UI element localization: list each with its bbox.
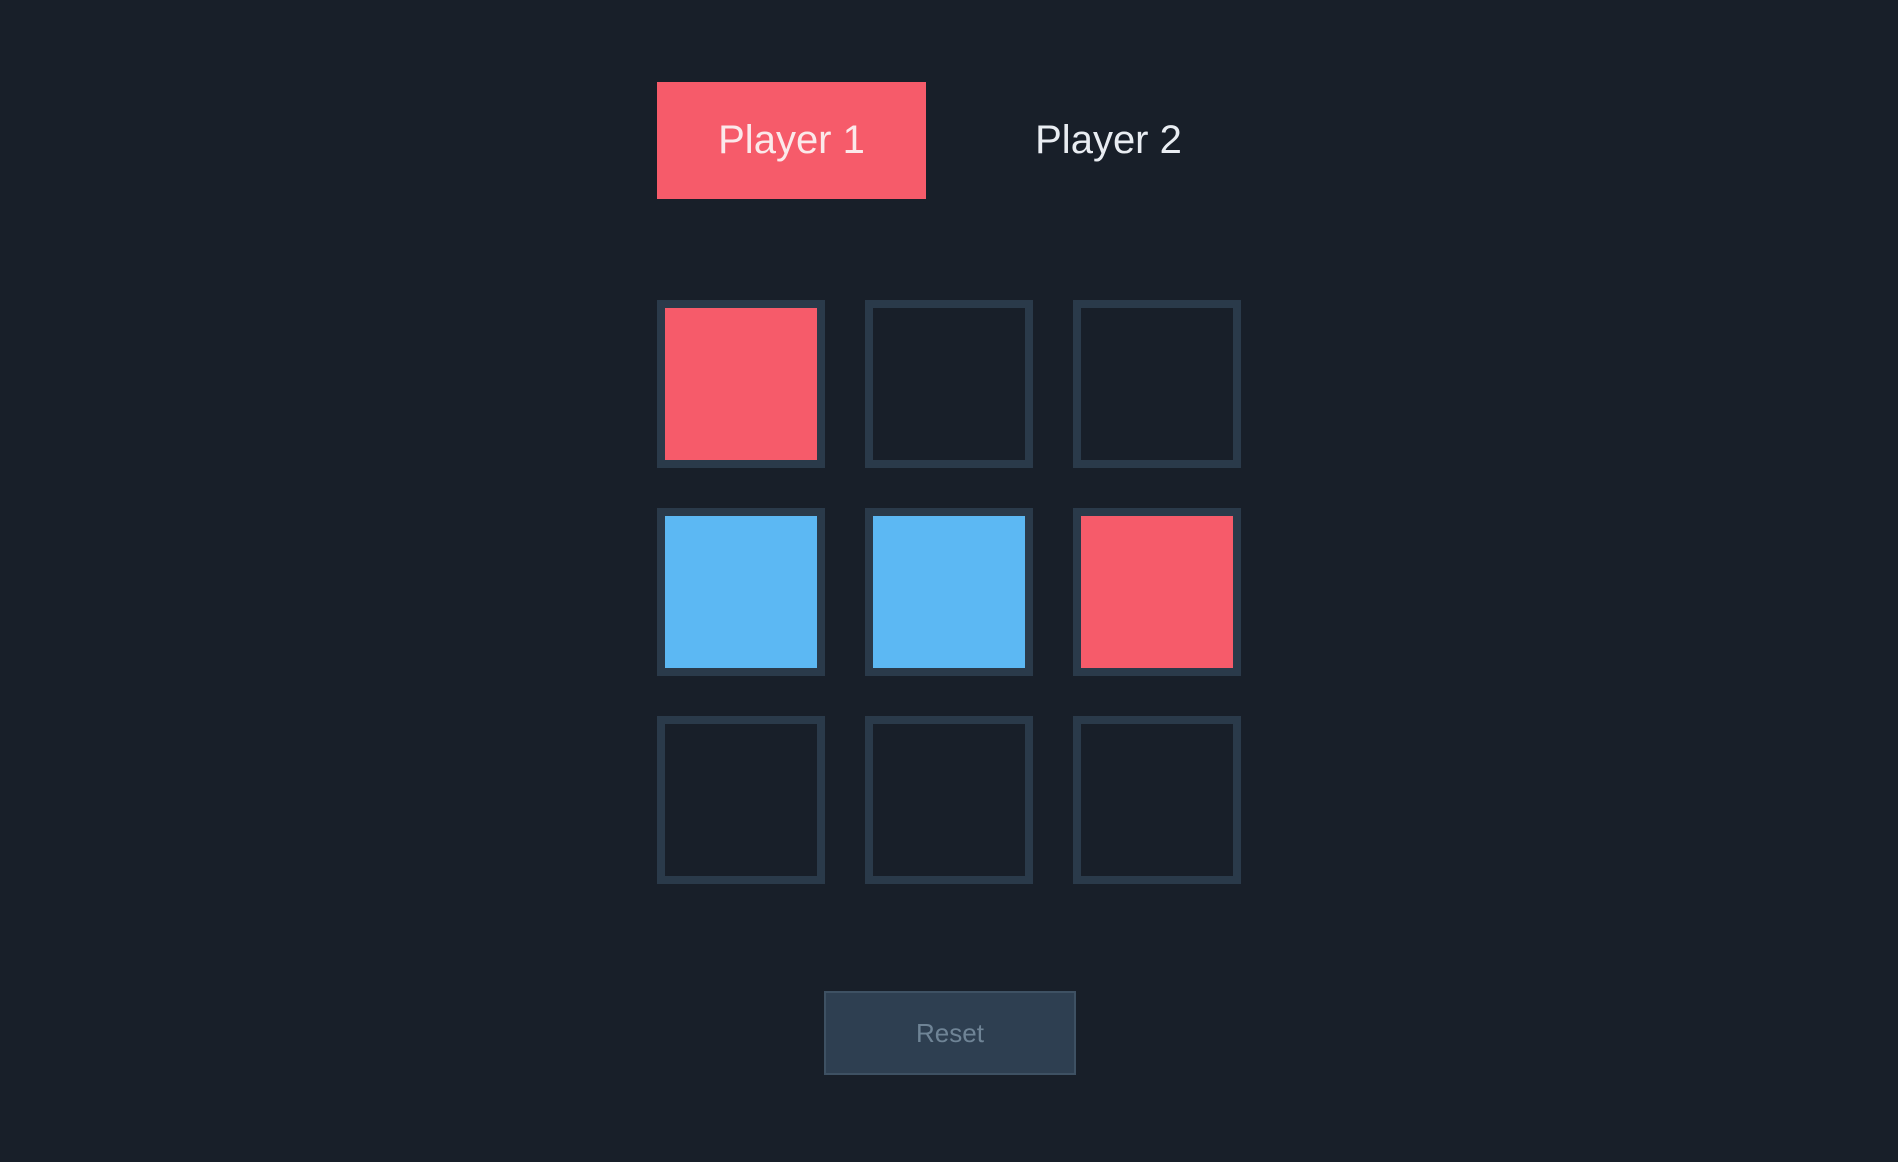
player-2-mark [873, 516, 1025, 668]
player-1-mark [1081, 516, 1233, 668]
player-1-mark [665, 308, 817, 460]
board-cell-2-2[interactable] [865, 508, 1033, 676]
board-cell-3-3[interactable] [1073, 716, 1241, 884]
player-2-tab[interactable]: Player 2 [974, 82, 1243, 199]
board-cell-2-3[interactable] [1073, 508, 1241, 676]
reset-button[interactable]: Reset [824, 991, 1076, 1075]
board-cell-3-2[interactable] [865, 716, 1033, 884]
player-2-mark [665, 516, 817, 668]
player-1-tab[interactable]: Player 1 [657, 82, 926, 199]
board-cell-1-2[interactable] [865, 300, 1033, 468]
board-cell-1-3[interactable] [1073, 300, 1241, 468]
board-cell-1-1[interactable] [657, 300, 825, 468]
board-cell-2-1[interactable] [657, 508, 825, 676]
game-board [657, 300, 1241, 884]
player-tabs: Player 1 Player 2 [657, 82, 1241, 199]
game-stage: Player 1 Player 2 Reset [0, 0, 1898, 1162]
board-cell-3-1[interactable] [657, 716, 825, 884]
